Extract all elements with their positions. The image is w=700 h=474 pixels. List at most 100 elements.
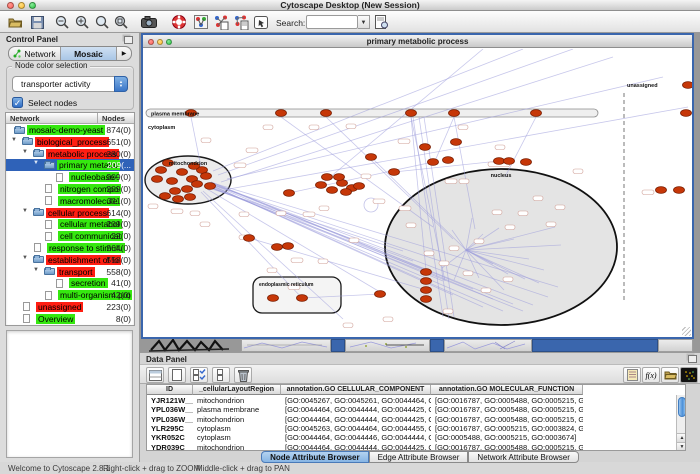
graph-node[interactable]	[160, 193, 171, 200]
table-cell-comp[interactable]: [GO:0044464, GO:0044444, GO:0044425, G..…	[281, 443, 431, 452]
table-cell-func[interactable]: [GO:0016787, GO:0005488, GO:0005215, G..…	[431, 405, 583, 414]
close-button[interactable]	[7, 2, 14, 9]
graph-node[interactable]	[341, 189, 352, 196]
background-window-sliver[interactable]	[149, 339, 239, 352]
table-scrollbar[interactable]: ▲ ▼	[676, 395, 686, 451]
graph-node[interactable]	[185, 194, 196, 201]
vizmapper-icon[interactable]	[192, 13, 210, 31]
network-window[interactable]: primary metabolic process plasma membran…	[141, 33, 694, 339]
graph-node[interactable]	[170, 188, 181, 195]
tree-expander-icon[interactable]: ▼	[33, 160, 39, 166]
graph-node[interactable]	[354, 183, 365, 190]
table-cell-comp[interactable]: [GO:0044464, GO:0044446, GO:0044444, G..…	[281, 433, 431, 442]
save-session-icon[interactable]	[28, 13, 46, 31]
table-cell-comp[interactable]: [GO:0044464, GO:0044444, GO:0044425, G..…	[281, 405, 431, 414]
network-canvas[interactable]: plasma membranecytoplasmmitochondrionnuc…	[143, 49, 692, 337]
column-header[interactable]: ID	[147, 385, 193, 395]
tree-row-label[interactable]: unassigned	[36, 302, 83, 312]
zoom-selected-icon[interactable]	[93, 13, 111, 31]
network-tree-row[interactable]: macromolecule311(0)	[6, 195, 134, 207]
graph-node[interactable]	[327, 187, 338, 194]
graph-node[interactable]	[421, 296, 432, 303]
network-tree-row[interactable]: cell communicat22(0)	[6, 230, 134, 242]
table-cell-func[interactable]: [GO:0005488, GO:0005215, GO:0003674]	[431, 433, 583, 442]
birds-eye-view[interactable]	[6, 330, 133, 458]
tree-expander-icon[interactable]: ▼	[22, 149, 28, 155]
graph-node[interactable]	[205, 183, 216, 190]
attribute-editor-icon[interactable]	[623, 367, 641, 383]
graph-node[interactable]	[173, 196, 184, 203]
graph-node[interactable]	[152, 176, 163, 183]
tree-header-separator[interactable]	[97, 113, 98, 124]
background-window-sliver[interactable]	[658, 339, 693, 352]
graph-node[interactable]	[494, 158, 505, 165]
graph-node[interactable]	[406, 110, 417, 117]
table-cell-id[interactable]: YDR039C__1	[147, 443, 193, 452]
table-cell-id[interactable]: YPL036W__2	[147, 405, 193, 414]
tab-mosaic[interactable]: Mosaic	[61, 47, 117, 60]
tree-row-label[interactable]: transport	[57, 267, 95, 277]
tree-row-label[interactable]: secretion	[69, 278, 108, 288]
table-cell-id[interactable]: YLR295C	[147, 424, 193, 433]
delete-attribute-icon[interactable]	[234, 367, 252, 383]
float-panel-icon[interactable]	[124, 36, 133, 44]
graph-node[interactable]	[244, 235, 255, 242]
search-dropdown-arrow[interactable]: ▼	[358, 15, 370, 29]
graph-node[interactable]	[182, 186, 193, 193]
window-controls[interactable]	[7, 2, 36, 9]
column-header[interactable]: annotation.GO MOLECULAR_FUNCTION	[431, 385, 583, 395]
scroll-up-icon[interactable]: ▲	[677, 433, 686, 442]
table-cell-func[interactable]: [GO:0016787, GO:0005488, GO:0005215, G..…	[431, 396, 583, 405]
network-tree-row[interactable]: ▼transport558(0)	[6, 266, 134, 278]
network-tree-row[interactable]: response to stimulu264(0)	[6, 242, 134, 254]
resize-grip[interactable]	[682, 327, 691, 336]
graph-node[interactable]	[276, 110, 287, 117]
graph-node[interactable]	[421, 287, 432, 294]
zoom-out-icon[interactable]	[53, 13, 71, 31]
graph-node[interactable]	[681, 110, 692, 117]
zoom-button[interactable]	[29, 2, 36, 9]
graph-node[interactable]	[316, 182, 327, 189]
graph-node[interactable]	[321, 110, 332, 117]
graph-node[interactable]	[449, 110, 460, 117]
tab-network[interactable]: Network	[9, 47, 61, 60]
column-header[interactable]: annotation.GO CELLULAR_COMPONENT	[281, 385, 431, 395]
tree-row-label[interactable]: Overview	[36, 314, 75, 324]
background-window-sliver[interactable]	[241, 339, 331, 352]
minimize-button[interactable]	[18, 2, 25, 9]
network-tree-row[interactable]: cellular metabol209(0)	[6, 218, 134, 230]
table-cell-id[interactable]: YJR121W__1	[147, 396, 193, 405]
tree-expander-icon[interactable]: ▼	[11, 137, 17, 143]
graph-node[interactable]	[428, 159, 439, 166]
network-tree-row[interactable]: Overview8(0)	[6, 313, 134, 325]
table-cell-id[interactable]: YKR052C	[147, 433, 193, 442]
network-tree-row[interactable]: ▼establishment of lo558(0)	[6, 254, 134, 266]
network-tree-row[interactable]: ▼cellular process614(0)	[6, 207, 134, 219]
graph-node[interactable]	[656, 187, 667, 194]
table-cell-func[interactable]: [GO:0016787, GO:0005215, GO:0003824, G..…	[431, 424, 583, 433]
network-tree-row[interactable]: unassigned223(0)	[6, 301, 134, 313]
formula-builder-icon[interactable]: f(x)	[642, 367, 660, 383]
table-cell-comp[interactable]: [GO:0045267, GO:0045261, GO:0044464, G..…	[281, 396, 431, 405]
zoom-fit-icon[interactable]	[112, 13, 130, 31]
graph-node[interactable]	[156, 167, 167, 174]
graph-node[interactable]	[521, 159, 532, 166]
unselect-attributes-icon[interactable]	[212, 367, 230, 383]
table-cell-comp[interactable]: [GO:0044464, GO:0044444, GO:0044425, G..…	[281, 415, 431, 424]
annotation-icon[interactable]	[252, 13, 270, 31]
tree-expander-icon[interactable]: ▼	[22, 255, 28, 261]
table-cell-region[interactable]: cytoplasm	[193, 433, 281, 442]
network-tree-row[interactable]: mosaic-demo-yeast874(0)	[6, 124, 134, 136]
graph-node[interactable]	[421, 269, 432, 276]
network-tree-row[interactable]: nucleobase-209(0)	[6, 171, 134, 183]
zoom-in-icon[interactable]	[73, 13, 91, 31]
table-cell-region[interactable]: plasma membrane	[193, 405, 281, 414]
tree-expander-icon[interactable]: ▼	[22, 208, 28, 214]
table-cell-id[interactable]: YPL036W__1	[147, 415, 193, 424]
table-cell-comp[interactable]: [GO:0045263, GO:0044464, GO:0044455, G..…	[281, 424, 431, 433]
graph-node[interactable]	[451, 139, 462, 146]
graph-node[interactable]	[531, 110, 542, 117]
graph-node[interactable]	[297, 295, 308, 302]
column-header[interactable]: _cellularLayoutRegion	[193, 385, 281, 395]
network-tree-row[interactable]: nitrogen compo209(0)	[6, 183, 134, 195]
